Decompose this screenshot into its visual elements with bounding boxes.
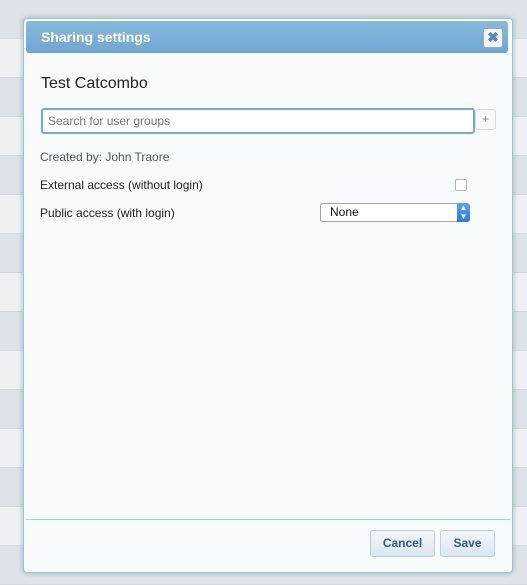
object-name: Test Catcombo xyxy=(41,75,148,92)
public-access-select[interactable]: None ▲ ▼ xyxy=(320,203,470,222)
search-field[interactable] xyxy=(41,108,475,134)
arrow-down-icon: ▼ xyxy=(459,212,468,221)
cancel-button[interactable]: Cancel xyxy=(370,530,435,557)
dialog-titlebar[interactable]: Sharing settings ✖ xyxy=(26,21,508,53)
select-arrow-icon: ▲ ▼ xyxy=(457,203,470,222)
footer-divider xyxy=(26,519,510,520)
public-access-value: None xyxy=(330,205,359,219)
close-icon[interactable]: ✖ xyxy=(483,28,503,48)
add-icon[interactable]: + xyxy=(475,109,496,130)
external-access-checkbox[interactable] xyxy=(455,179,467,191)
public-access-label: Public access (with login) xyxy=(40,206,175,220)
external-access-label: External access (without login) xyxy=(40,178,203,192)
search-input[interactable] xyxy=(46,110,470,132)
created-by-text: Created by: John Traore xyxy=(40,150,170,164)
sharing-settings-dialog: Sharing settings ✖ Test Catcombo + Creat… xyxy=(23,18,513,573)
dialog-title: Sharing settings xyxy=(41,29,151,45)
save-button[interactable]: Save xyxy=(440,530,495,557)
arrow-up-icon: ▲ xyxy=(459,203,468,212)
